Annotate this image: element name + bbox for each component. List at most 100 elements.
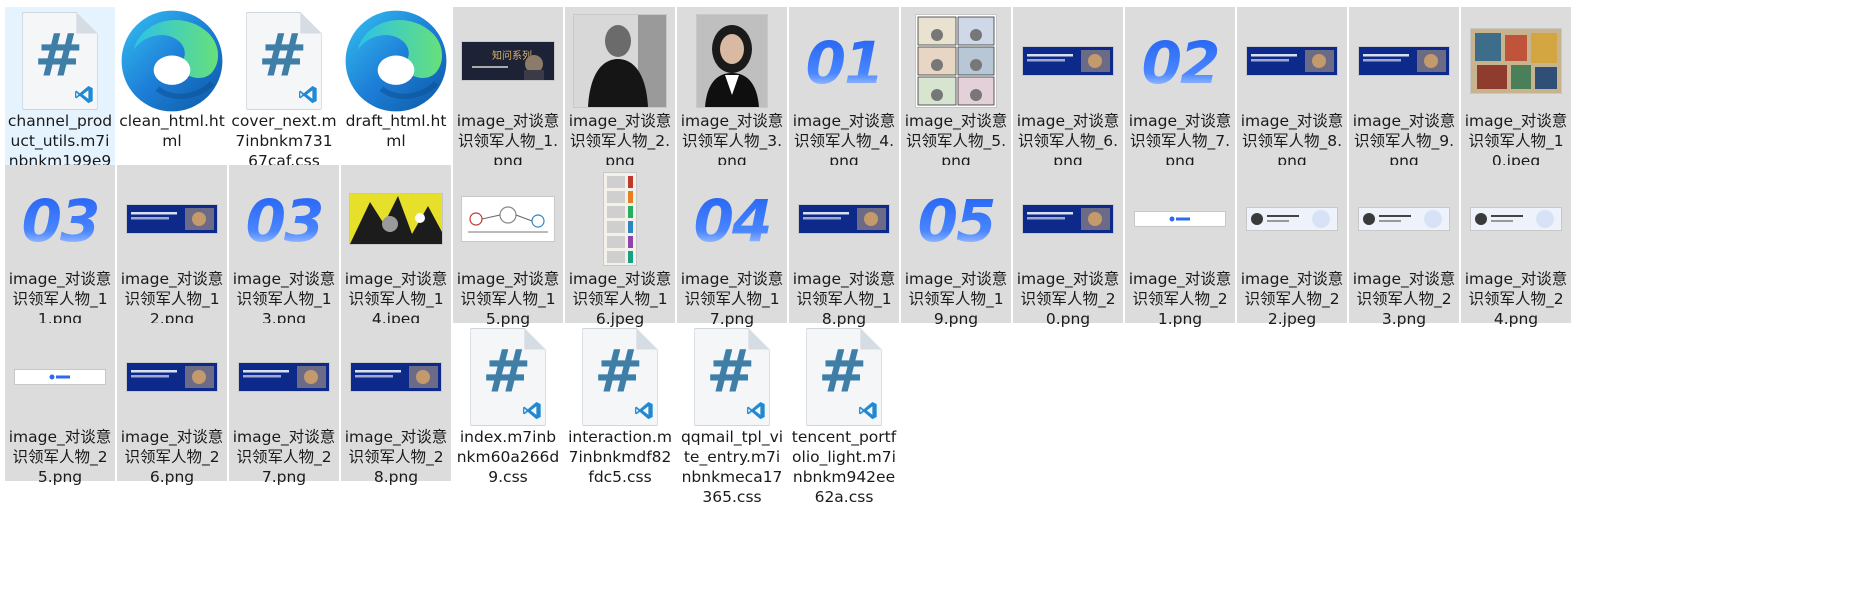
file-item[interactable]: #channel_product_utils.m7inbnkm199e90e4.… [5,7,115,190]
image-thumbnail: 03 [5,165,115,273]
file-name: cover_next.m7inbnkm73167caf.css [231,112,337,170]
file-item[interactable]: image_对谈意识领军人物_2.png [565,7,675,170]
file-name: image_对谈意识领军人物_1.png [456,112,560,170]
edge-html-file-icon [117,7,227,115]
file-name: image_对谈意识领军人物_23.png [1352,270,1456,328]
file-item[interactable]: image_对谈意识领军人物_10.jpeg [1461,7,1571,170]
file-item[interactable]: 01 image_对谈意识领军人物_4.png [789,7,899,170]
image-thumbnail: 知问系列 [453,7,563,115]
file-name: image_对谈意识领军人物_18.png [792,270,896,328]
file-item[interactable]: image_对谈意识领军人物_24.png [1461,165,1571,328]
edge-html-file-icon [341,7,451,115]
file-item[interactable]: clean_html.html [117,7,227,165]
file-item[interactable]: image_对谈意识领军人物_15.png [453,165,563,328]
image-thumbnail [1013,165,1123,273]
image-thumbnail: 05 [901,165,1011,273]
file-item[interactable]: image_对谈意识领军人物_5.png [901,7,1011,170]
file-item[interactable]: image_对谈意识领军人物_27.png [229,323,339,486]
file-item[interactable]: 03 image_对谈意识领军人物_13.png [229,165,339,328]
file-item[interactable]: 04 image_对谈意识领军人物_17.png [677,165,787,328]
image-thumbnail [677,7,787,115]
file-name: image_对谈意识领军人物_5.png [904,112,1008,170]
file-name: image_对谈意识领军人物_6.png [1016,112,1120,170]
file-name: image_对谈意识领军人物_19.png [904,270,1008,328]
image-thumbnail: 03 [229,165,339,273]
image-thumbnail [1013,7,1123,115]
file-name: draft_html.html [345,112,447,150]
file-name: image_对谈意识领军人物_20.png [1016,270,1120,328]
image-thumbnail: 01 [789,7,899,115]
file-name: image_对谈意识领军人物_27.png [232,428,336,486]
image-thumbnail [117,323,227,431]
file-item[interactable]: image_对谈意识领军人物_8.png [1237,7,1347,170]
file-item[interactable]: 02 image_对谈意识领军人物_7.png [1125,7,1235,170]
file-item[interactable]: draft_html.html [341,7,451,165]
file-item[interactable]: image_对谈意识领军人物_9.png [1349,7,1459,170]
file-item[interactable]: image_对谈意识领军人物_23.png [1349,165,1459,328]
file-item[interactable]: # cover_next.m7inbnkm73167caf.css [229,7,339,170]
file-name: image_对谈意识领军人物_8.png [1240,112,1344,170]
file-item[interactable]: # tencent_portfolio_light.m7inbnkm942ee62… [789,323,899,506]
file-item[interactable]: image_对谈意识领军人物_21.png [1125,165,1235,328]
file-item[interactable]: 知问系列 image_对谈意识领军人物_1.png [453,7,563,170]
file-item[interactable]: 05 image_对谈意识领军人物_19.png [901,165,1011,328]
file-name: image_对谈意识领军人物_25.png [8,428,112,486]
file-item[interactable]: image_对谈意识领军人物_12.png [117,165,227,328]
file-name: image_对谈意识领军人物_16.jpeg [568,270,672,328]
file-name: image_对谈意识领军人物_17.png [680,270,784,328]
file-name: image_对谈意识领军人物_7.png [1128,112,1232,170]
image-thumbnail [1125,165,1235,273]
image-thumbnail [1237,7,1347,115]
file-name: image_对谈意识领军人物_3.png [680,112,784,170]
file-name: image_对谈意识领军人物_28.png [344,428,448,486]
file-name: qqmail_tpl_vite_entry.m7inbnkmeca17365.c… [680,428,784,506]
image-thumbnail: 04 [677,165,787,273]
file-item[interactable]: image_对谈意识领军人物_3.png [677,7,787,170]
css-file-icon: # [229,7,339,115]
svg-text:03: 03 [246,191,323,247]
file-name: image_对谈意识领军人物_10.jpeg [1464,112,1568,170]
file-item[interactable]: # index.m7inbnkm60a266d9.css [453,323,563,486]
image-thumbnail: 02 [1125,7,1235,115]
file-name: image_对谈意识领军人物_2.png [568,112,672,170]
image-thumbnail [565,165,675,273]
image-thumbnail [1461,165,1571,273]
css-file-icon: # [453,323,563,431]
file-name: image_对谈意识领军人物_12.png [120,270,224,328]
file-item[interactable]: image_对谈意识领军人物_16.jpeg [565,165,675,328]
file-name: image_对谈意识领军人物_14.jpeg [344,270,448,328]
file-name: image_对谈意识领军人物_4.png [792,112,896,170]
image-thumbnail [1349,7,1459,115]
svg-text:05: 05 [918,191,995,247]
image-thumbnail [341,323,451,431]
file-item[interactable]: image_对谈意识领军人物_18.png [789,165,899,328]
file-item[interactable]: image_对谈意识领军人物_6.png [1013,7,1123,170]
file-name: tencent_portfolio_light.m7inbnkm942ee62a… [791,428,897,506]
image-thumbnail [789,165,899,273]
image-thumbnail [901,7,1011,115]
file-name: image_对谈意识领军人物_22.jpeg [1240,270,1344,328]
file-item[interactable]: image_对谈意识领军人物_26.png [117,323,227,486]
file-name: image_对谈意识领军人物_26.png [120,428,224,486]
svg-text:04: 04 [694,191,771,247]
svg-text:03: 03 [22,191,99,247]
file-item[interactable]: image_对谈意识领军人物_14.jpeg [341,165,451,328]
image-thumbnail [1461,7,1571,115]
file-item[interactable]: image_对谈意识领军人物_20.png [1013,165,1123,328]
file-item[interactable]: image_对谈意识领军人物_22.jpeg [1237,165,1347,328]
file-item[interactable]: # qqmail_tpl_vite_entry.m7inbnkmeca17365.… [677,323,787,506]
file-name: image_对谈意识领军人物_13.png [232,270,336,328]
file-name: image_对谈意识领军人物_21.png [1128,270,1232,328]
css-file-icon: # [565,323,675,431]
file-item[interactable]: image_对谈意识领军人物_28.png [341,323,451,486]
file-name: image_对谈意识领军人物_11.png [8,270,112,328]
file-item[interactable]: image_对谈意识领军人物_25.png [5,323,115,486]
css-file-icon: # [677,323,787,431]
image-thumbnail [229,323,339,431]
file-item[interactable]: 03 image_对谈意识领军人物_11.png [5,165,115,328]
file-name: image_对谈意识领军人物_9.png [1352,112,1456,170]
svg-text:02: 02 [1142,33,1219,89]
image-thumbnail [341,165,451,273]
file-name: image_对谈意识领军人物_15.png [456,270,560,328]
file-item[interactable]: # interaction.m7inbnkmdf82fdc5.css [565,323,675,486]
